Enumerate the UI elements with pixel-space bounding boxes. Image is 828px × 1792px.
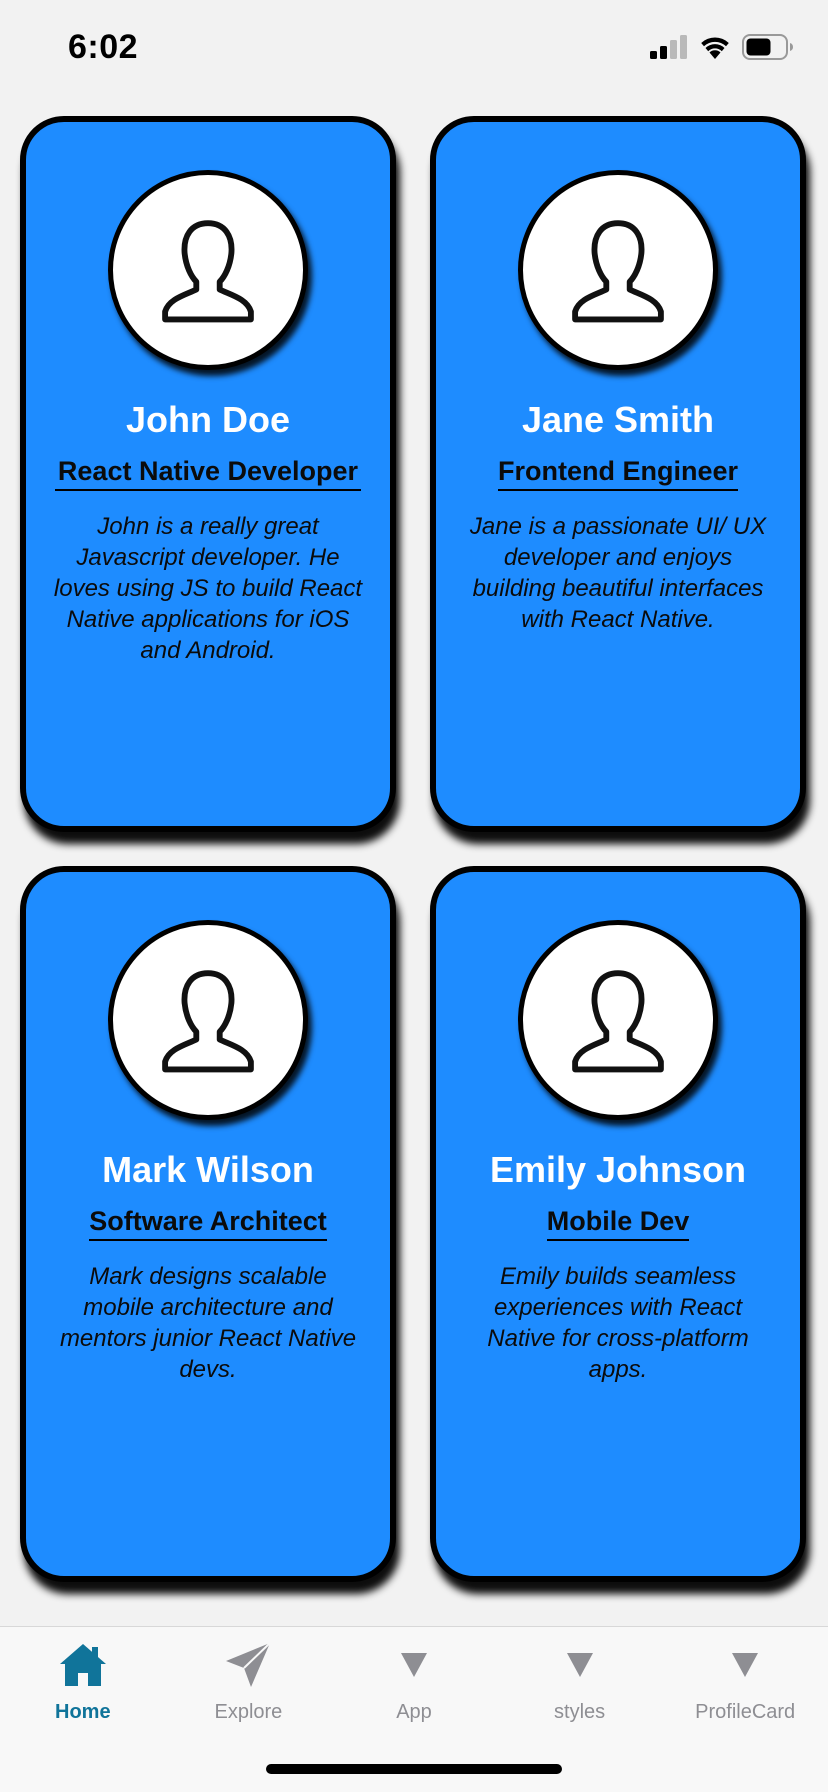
user-silhouette-icon: [572, 220, 664, 323]
avatar: [518, 920, 718, 1120]
profile-role: Frontend Engineer: [497, 454, 738, 491]
tab-explore[interactable]: Explore: [166, 1639, 332, 1735]
triangle-down-icon: [566, 1653, 593, 1677]
tab-label: Home: [55, 1701, 111, 1723]
triangle-down-icon: [400, 1653, 427, 1677]
profile-bio: Jane is a passionate UI/ UX developer an…: [469, 513, 767, 633]
profile-role: Mobile Dev: [546, 1204, 690, 1241]
tab-profilecard[interactable]: ProfileCard: [662, 1639, 828, 1735]
profile-name: Mark Wilson: [102, 1149, 314, 1190]
profile-name: John Doe: [125, 399, 290, 440]
home-icon: [59, 1644, 106, 1686]
status-bar: 6:02: [0, 0, 828, 100]
profile-role: React Native Developer: [55, 454, 361, 491]
home-indicator: [266, 1764, 562, 1774]
avatar: [518, 170, 718, 370]
user-silhouette-icon: [162, 970, 254, 1073]
profile-bio: Mark designs scalable mobile architectur…: [59, 1263, 357, 1383]
tab-home[interactable]: Home: [0, 1639, 166, 1735]
profile-card: Emily Johnson Mobile Dev Emily builds se…: [430, 866, 806, 1582]
user-silhouette-icon: [162, 220, 254, 323]
tab-list: Home Explore App styles ProfileCard: [0, 1639, 828, 1735]
tab-label: styles: [554, 1701, 606, 1723]
tab-label: ProfileCard: [695, 1701, 796, 1723]
profile-role: Software Architect: [89, 1204, 327, 1241]
cellular-signal-icon: [650, 35, 687, 59]
profile-name: Emily Johnson: [489, 1149, 747, 1190]
app-screen: 6:02 John Doe React Native Developer Joh…: [0, 0, 828, 1792]
status-time: 6:02: [68, 28, 139, 66]
profile-bio: John is a really great Javascript develo…: [53, 513, 363, 664]
avatar: [108, 920, 308, 1120]
profile-bio: Emily builds seamless experiences with R…: [487, 1263, 749, 1383]
user-silhouette-icon: [572, 970, 664, 1073]
battery-icon: [742, 34, 793, 60]
profile-name: Jane Smith: [521, 399, 715, 440]
status-icons: [650, 34, 794, 60]
tab-app[interactable]: App: [331, 1639, 497, 1735]
tab-styles[interactable]: styles: [497, 1639, 663, 1735]
profile-card: Jane Smith Frontend Engineer Jane is a p…: [430, 116, 806, 832]
tab-label: App: [396, 1701, 432, 1723]
profile-card: Mark Wilson Software Architect Mark desi…: [20, 866, 396, 1582]
avatar: [108, 170, 308, 370]
triangle-down-icon: [732, 1653, 759, 1677]
profile-card: John Doe React Native Developer John is …: [20, 116, 396, 832]
profile-card-grid: John Doe React Native Developer John is …: [20, 116, 808, 1582]
tab-label: Explore: [214, 1701, 283, 1723]
paper-plane-icon: [226, 1642, 272, 1687]
wifi-icon: [701, 37, 729, 59]
